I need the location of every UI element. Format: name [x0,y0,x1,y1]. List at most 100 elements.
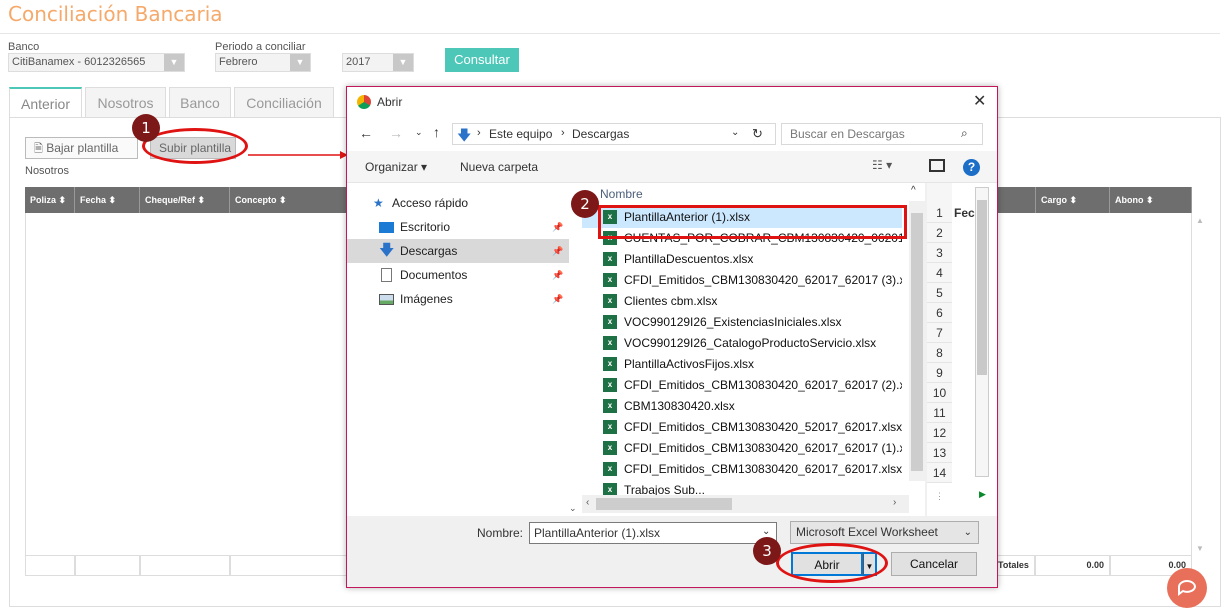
file-item[interactable]: x CFDI_Emitidos_CBM130830420_62017_62017 … [582,438,902,459]
document-icon: 🗎 [34,143,43,155]
close-icon[interactable]: ✕ [973,91,986,111]
download-icon: 🡇 [379,242,395,259]
file-list-hscrollbar[interactable]: ‹ › [582,495,909,513]
file-item[interactable]: x CFDI_Emitidos_CBM130830420_62017_62017 … [582,270,902,291]
play-arrow-icon[interactable]: ▶ [979,489,986,500]
desktop-icon [379,222,394,233]
search-input[interactable]: Buscar en Descargas [781,123,983,145]
nav-escritorio[interactable]: Escritorio 📌 [347,215,569,239]
help-icon[interactable]: ? [963,159,980,176]
footer-cell [25,555,75,576]
chevron-down-icon[interactable]: ⌄ [731,127,739,138]
forward-arrow-icon[interactable]: → [389,125,403,141]
tab-nosotros[interactable]: Nosotros [85,87,166,118]
pin-icon: 📌 [552,222,564,232]
bajar-plantilla-button[interactable]: 🗎 Bajar plantilla [25,137,138,159]
excel-file-icon: x [603,441,617,455]
cancelar-button[interactable]: Cancelar [891,552,977,576]
navpane-scrollbar[interactable]: ⌄ [569,183,582,516]
dialog-titlebar: Abrir ✕ [347,87,997,117]
chrome-icon [357,95,371,109]
file-item[interactable]: x CFDI_Emitidos_CBM130830420_52017_62017.… [582,417,902,438]
refresh-icon[interactable]: ↻ [752,126,763,142]
nav-imagenes[interactable]: Imágenes 📌 [347,287,569,311]
path-bar[interactable]: 🡇 › Este equipo › Descargas ⌄ ↻ [452,123,776,145]
preview-row-number: 6 [927,303,952,323]
file-item[interactable]: x CBM130830420.xlsx [582,396,902,417]
preview-header-cell: Fec [954,206,975,220]
col-cheque-ref[interactable]: Cheque/Ref ⬍ [140,187,230,213]
nav-acceso-rapido[interactable]: ★ Acceso rápido [347,191,569,215]
path-segment[interactable]: Descargas [572,127,629,141]
col-poliza[interactable]: Poliza ⬍ [25,187,75,213]
banco-select[interactable]: CitiBanamex - 6012326565 ▼ [8,53,185,72]
open-file-dialog: Abrir ✕ ← → ⌄ ↑ 🡇 › Este equipo › Descar… [346,86,998,588]
preview-row-number: 7 [927,323,952,343]
chevron-down-icon[interactable]: ⌄ [762,526,770,537]
chevron-down-icon: ▼ [164,54,184,71]
pin-icon: 📌 [552,246,564,256]
tab-banco[interactable]: Banco [169,87,231,118]
mes-value: Febrero [219,56,258,68]
totales-label: Totales [995,555,1035,576]
preview-pane-icon[interactable] [929,159,945,172]
file-name: VOC990129I26_CatalogoProductoServicio.xl… [624,336,877,350]
preview-row-number: 8 [927,343,952,363]
search-icon: ⌕ [961,126,968,140]
navigation-pane: ★ Acceso rápido Escritorio 📌 🡇 Descargas… [347,183,569,516]
preview-row-number: 11 [927,403,952,423]
file-name: CFDI_Emitidos_CBM130830420_52017_62017.x… [624,420,902,434]
grid-scrollbar[interactable]: ▲ ▼ [1193,213,1207,556]
nav-documentos[interactable]: Documentos 📌 [347,263,569,287]
mes-select[interactable]: Febrero ▼ [215,53,311,72]
file-item[interactable]: x Clientes cbm.xlsx [582,291,902,312]
chevron-down-icon[interactable]: ⌄ [415,127,423,138]
nueva-carpeta-button[interactable]: Nueva carpeta [460,160,538,174]
column-header-nombre[interactable]: Nombre [600,187,643,201]
path-chevron-icon: › [477,127,481,139]
file-item[interactable]: x VOC990129I26_ExistenciasIniciales.xlsx [582,312,902,333]
preview-row-number: 14 [927,463,952,483]
dialog-title: Abrir [377,95,403,109]
dialog-bottom: Nombre: PlantillaAnterior (1).xlsx ⌄ Mic… [347,516,997,587]
chat-widget-button[interactable] [1167,568,1207,608]
anio-select[interactable]: 2017 ▼ [342,53,414,72]
organizar-menu[interactable]: Organizar ▾ [365,160,427,174]
col-fecha[interactable]: Fecha ⬍ [75,187,140,213]
image-icon [379,294,394,305]
file-item[interactable]: x PlantillaDescuentos.xlsx [582,249,902,270]
excel-file-icon: x [603,420,617,434]
banco-label: Banco [8,41,40,53]
col-abono[interactable]: Abono ⬍ [1110,187,1192,213]
bajar-plantilla-label: Bajar plantilla [46,141,119,155]
file-item[interactable]: x PlantillaActivosFijos.xlsx [582,354,902,375]
filename-input[interactable]: PlantillaAnterior (1).xlsx [529,522,777,544]
file-item[interactable]: x VOC990129I26_CatalogoProductoServicio.x… [582,333,902,354]
path-segment[interactable]: Este equipo [489,127,552,141]
up-arrow-icon[interactable]: ↑ [433,124,440,140]
col-concepto[interactable]: Concepto ⬍ [230,187,360,213]
preview-corner [927,183,952,203]
tab-anterior[interactable]: Anterior [9,87,82,118]
col-cargo[interactable]: Cargo ⬍ [1035,187,1110,213]
file-item[interactable]: x CFDI_Emitidos_CBM130830420_62017_62017.… [582,459,902,480]
banco-value: CitiBanamex - 6012326565 [12,56,146,68]
annotation-oval [776,543,888,583]
preview-scrollbar[interactable] [975,187,989,477]
dialog-navbar: ← → ⌄ ↑ 🡇 › Este equipo › Descargas ⌄ ↻ … [347,117,997,151]
view-options-icon[interactable]: ☷ ▾ [872,158,892,172]
back-arrow-icon[interactable]: ← [359,125,373,141]
file-item[interactable]: x CFDI_Emitidos_CBM130830420_62017_62017 … [582,375,902,396]
consultar-button[interactable]: Consultar [445,48,519,72]
header-divider [0,33,1220,34]
file-name: CFDI_Emitidos_CBM130830420_62017_62017 (… [624,441,902,455]
chevron-up-icon[interactable]: ^ [911,185,916,196]
tab-conciliacion[interactable]: Conciliación [234,87,334,118]
nav-descargas[interactable]: 🡇 Descargas 📌 [347,239,569,263]
more-icon: ⋮ [935,491,944,501]
footer-cell [75,555,140,576]
filetype-select[interactable]: Microsoft Excel Worksheet ⌄ [790,521,979,544]
download-icon: 🡇 [457,127,472,143]
excel-file-icon: x [603,378,617,392]
file-list-scrollbar[interactable] [909,201,925,481]
